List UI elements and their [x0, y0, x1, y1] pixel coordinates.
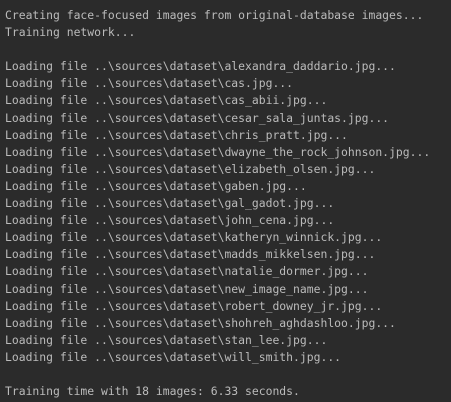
console-line-loading: Loading file ..\sources\dataset\katheryn…: [5, 230, 383, 245]
console-line-status-creating: Creating face-focused images from origin…: [5, 8, 424, 22]
console-line-loading: Loading file ..\sources\dataset\john_cen…: [5, 213, 335, 228]
console-line-loading: Loading file ..\sources\dataset\shohreh_…: [5, 315, 396, 330]
console-line-loading: Loading file ..\sources\dataset\chris_pr…: [5, 127, 348, 142]
console-output[interactable]: Creating face-focused images from origin…: [0, 0, 451, 402]
console-line-loading: Loading file ..\sources\dataset\will_smi…: [5, 349, 342, 364]
console-line-loading: Loading file ..\sources\dataset\elizabet…: [5, 161, 376, 176]
console-line-loading: Loading file ..\sources\dataset\dwayne_t…: [5, 144, 431, 159]
console-line-loading: Loading file ..\sources\dataset\cas_abii…: [5, 93, 328, 108]
console-line-loading: Loading file ..\sources\dataset\new_imag…: [5, 281, 369, 296]
console-line-status-training: Training network...: [5, 25, 136, 40]
console-line-loading: Loading file ..\sources\dataset\madds_mi…: [5, 247, 376, 262]
console-line-training-time: Training time with 18 images: 6.33 secon…: [5, 384, 300, 399]
console-line-loading: Loading file ..\sources\dataset\stan_lee…: [5, 332, 328, 347]
console-line-loading: Loading file ..\sources\dataset\gal_gado…: [5, 196, 335, 211]
console-line-loading: Loading file ..\sources\dataset\robert_d…: [5, 298, 383, 313]
console-line-loading: Loading file ..\sources\dataset\cesar_sa…: [5, 110, 390, 125]
console-line-loading: Loading file ..\sources\dataset\gaben.jp…: [5, 178, 307, 193]
console-line-loading: Loading file ..\sources\dataset\alexandr…: [5, 59, 396, 74]
loading-lines-list: Loading file ..\sources\dataset\alexandr…: [5, 58, 451, 366]
console-line-loading: Loading file ..\sources\dataset\cas.jpg.…: [5, 76, 294, 91]
console-line-loading: Loading file ..\sources\dataset\natalie_…: [5, 264, 369, 279]
